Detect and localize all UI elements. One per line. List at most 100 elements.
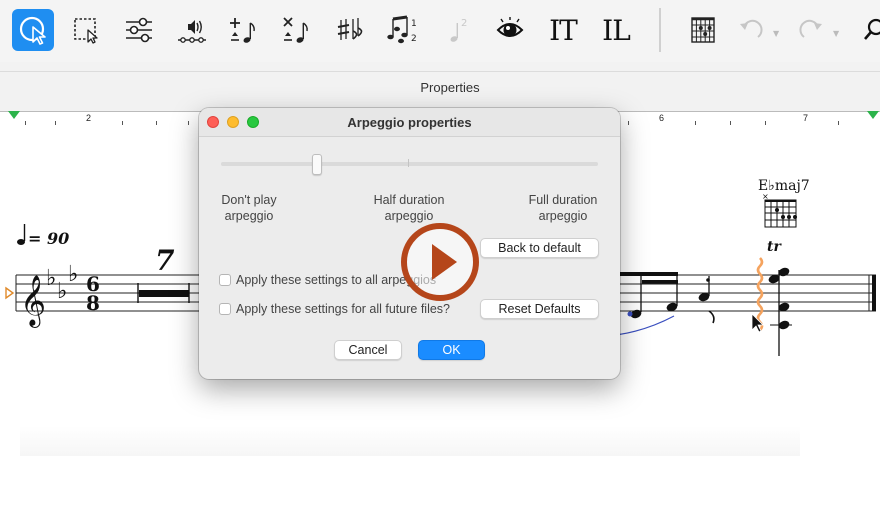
key-flat: ♭ [46,266,56,291]
ruler-tick [25,121,26,125]
slider-label-none: Don't play arpeggio [199,192,304,224]
voices-icon: 1 2 [387,15,417,44]
beam-primary [620,272,678,276]
playback-button[interactable] [171,9,213,51]
slider-label-none-text: Don't play arpeggio [221,193,277,223]
undo-icon [740,19,763,38]
mixer-sliders-icon [126,17,152,43]
apply-future-row[interactable]: Apply these settings for all future file… [219,301,450,317]
tempo-value: = 90 [28,229,69,248]
slur-anchor [627,311,633,317]
key-flat: ♭ [68,262,78,287]
lyrics-tool-button[interactable]: IL [595,9,637,51]
ruler-tick [695,121,696,125]
ruler-tick [55,121,56,125]
apply-future-label: Apply these settings for all future file… [236,302,451,316]
voice-two-button[interactable]: 2 [436,9,478,51]
view-button[interactable] [489,9,531,51]
trill-ornament: tr [767,239,782,255]
apply-all-checkbox[interactable] [219,274,231,286]
svg-text:2: 2 [411,34,417,44]
ruler-label: 2 [86,113,92,123]
ruler-tick [188,121,189,125]
playhead-marker [5,286,15,300]
accidentals-icon [337,18,363,40]
text-tool-icon: IT [549,13,578,47]
multirest-count: 7 [155,244,175,277]
back-to-default-button[interactable]: Back to default [480,238,599,258]
redo-icon [799,19,822,38]
dialog-titlebar[interactable]: Arpeggio properties [199,108,620,137]
apply-future-checkbox[interactable] [219,303,231,315]
text-tool-button[interactable]: IT [542,9,584,51]
barline-final-thick [872,275,876,311]
ruler-tick [730,121,731,125]
chord-grid-icon [691,17,715,43]
search-button[interactable] [850,9,880,51]
redo-button[interactable] [790,9,832,51]
mixer-button[interactable] [118,9,160,51]
select-tool-button[interactable] [12,9,54,51]
selected-arpeggio [756,257,764,331]
cancel-button[interactable]: Cancel [334,340,402,360]
chord-finger-dot [775,208,779,212]
add-note-icon [230,18,255,43]
treble-clef: 𝄞 [20,275,46,328]
panel-divider [0,71,880,72]
dialog-title: Arpeggio properties [347,115,472,130]
chord-finger-dot [787,215,791,219]
slider-label-full: Full duration arpeggio [508,192,618,224]
voices-button[interactable]: 1 2 [383,9,425,51]
add-note-button[interactable] [224,9,266,51]
properties-title: Properties [420,80,480,95]
beam-secondary [642,280,678,284]
slider-label-full-text: Full duration arpeggio [528,193,598,223]
ruler-tick [156,121,157,125]
slider-tick-mark [408,159,409,167]
staccato-dot [706,278,710,282]
properties-panel: Properties [0,62,880,113]
delete-note-button[interactable] [277,9,319,51]
marquee-select-button[interactable] [65,9,107,51]
chord-finger-dot [781,215,785,219]
chord-grid-diagram [764,199,797,228]
ruler-tick [122,121,123,125]
eye-icon [496,17,524,37]
play-icon [401,223,479,301]
marquee-select-icon [74,18,98,44]
multirest-bar [139,290,189,297]
ruler-tick [628,121,629,125]
arpeggio-duration-slider[interactable] [221,162,598,166]
redo-dropdown-icon[interactable]: ▼ [833,29,839,38]
delete-note-icon [283,17,308,43]
chord-finger-dot [793,215,797,219]
undo-dropdown-icon[interactable]: ▼ [773,29,779,38]
search-icon [864,18,880,40]
ruler-start-marker[interactable] [8,111,20,119]
undo-button[interactable] [730,9,772,51]
accidentals-button[interactable] [330,9,372,51]
ok-button[interactable]: OK [418,340,485,360]
voice-two-icon: 2 [450,18,467,42]
muted-string: × [762,192,769,201]
svg-text:1: 1 [411,19,417,29]
ruler-end-marker[interactable] [867,111,879,119]
slider-thumb[interactable] [312,154,322,175]
slider-label-half-text: Half duration arpeggio [373,193,445,223]
chord-diagram-button[interactable] [682,9,724,51]
note-flag [708,310,715,324]
toolbar-separator [659,8,661,52]
time-signature-bottom: 8 [86,291,100,315]
video-play-button[interactable] [399,222,481,302]
cursor-select-icon [19,16,46,45]
speaker-playback-icon [178,20,206,43]
ruler-label: 6 [659,113,665,123]
svg-text:2: 2 [461,18,467,29]
lyrics-tool-icon: IL [602,13,631,47]
ruler-tick [838,121,839,125]
key-flat: ♭ [57,279,67,304]
main-toolbar: 1 2 2 IT IL ▼ ▼ [0,0,880,63]
ruler-tick [765,121,766,125]
slider-label-half: Half duration arpeggio [354,192,464,224]
reset-defaults-button[interactable]: Reset Defaults [480,299,599,319]
